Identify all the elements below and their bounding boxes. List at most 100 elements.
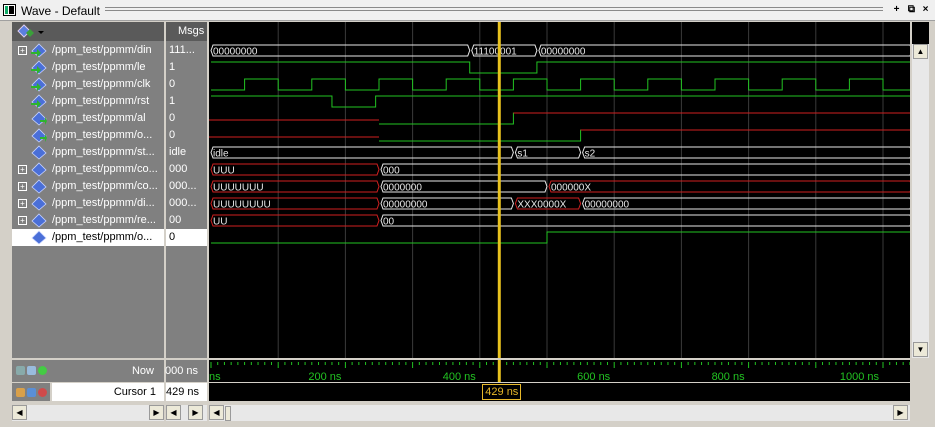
bus-value-label: 00000000 [383, 200, 428, 211]
horizontal-scroll-row: ◀ ▶ ◀ ▶ ◀ ▶ [0, 404, 935, 422]
timeline-ruler[interactable]: ns 200 ns 400 ns 600 ns 800 ns 1000 ns [209, 360, 910, 382]
msgs-header: Msgs [166, 22, 207, 41]
bottom-panel: Now 000 ns ns 200 ns 400 ns 600 ns 800 ns 100… [0, 360, 935, 427]
lock-icon[interactable] [16, 388, 25, 397]
input-wave-icon [31, 77, 47, 92]
waveform-canvas[interactable]: 00000000 11100001 00000000 idle s1 s2 UUU 000 UU… [209, 22, 910, 358]
signal-value: 0 [169, 231, 176, 243]
signal-value: 000... [169, 197, 197, 209]
bus-segment [380, 163, 910, 176]
wave-scroll-left[interactable]: ◀ [209, 405, 224, 420]
scroll-up-button[interactable]: ▲ [913, 44, 928, 59]
left-margin [0, 22, 12, 358]
signal-row[interactable]: + /ppm_test/ppmm/re... [12, 212, 164, 229]
wave-scroll-right[interactable]: ▶ [893, 405, 908, 420]
signal-value-row[interactable]: 00 [166, 212, 207, 229]
wave-hscroll[interactable]: ◀ ▶ [209, 405, 910, 421]
signal-value-row[interactable]: 000 [166, 161, 207, 178]
msgs-header-label: Msgs [178, 25, 205, 37]
signal-row[interactable]: /ppm_test/ppmm/o... [12, 127, 164, 144]
ruler-label: 200 ns [308, 371, 342, 382]
signal-value-row[interactable]: 0 [166, 127, 207, 144]
signal-value: 1 [169, 61, 176, 73]
signal-name: /ppm_test/ppmm/st... [52, 146, 155, 158]
waveform-pane[interactable]: 00000000 11100001 00000000 idle s1 s2 UUU 000 UU… [209, 22, 910, 358]
expand-icon[interactable]: + [18, 216, 27, 225]
signal-value: 0 [169, 78, 176, 90]
expand-icon[interactable]: + [18, 165, 27, 174]
cursor-row[interactable]: Cursor 1 [52, 383, 164, 401]
input-wave-icon [31, 60, 47, 75]
bus-value-label: idle [213, 149, 229, 160]
bus-value-label: s2 [585, 149, 596, 160]
cursor-value: 429 ns [166, 386, 200, 398]
signal-row[interactable]: + /ppm_test/ppmm/co... [12, 178, 164, 195]
signal-row[interactable]: /ppm_test/ppmm/clk [12, 76, 164, 93]
names-scroll-right[interactable]: ▶ [149, 405, 164, 420]
snap-icon[interactable] [27, 366, 36, 375]
signal-row[interactable]: + /ppm_test/ppmm/din [12, 42, 164, 59]
bus-wave-icon [31, 43, 47, 58]
output-wave-icon [31, 111, 47, 126]
expand-icon[interactable]: + [18, 182, 27, 191]
signal-row[interactable]: /ppm_test/ppmm/st... [12, 144, 164, 161]
vertical-scrollbar[interactable]: ▲ ▼ [912, 44, 929, 358]
signal-row[interactable]: /ppm_test/ppmm/o... [12, 229, 164, 246]
signal-value: 1 [169, 95, 176, 107]
msgs-scroll-right[interactable]: ▶ [188, 405, 203, 420]
bus-segment [210, 146, 514, 159]
signal-row[interactable]: /ppm_test/ppmm/rst [12, 93, 164, 110]
digital-trace [211, 231, 910, 244]
names-hscroll[interactable]: ◀ ▶ [12, 405, 164, 421]
signal-value-row[interactable]: 000... [166, 195, 207, 212]
signal-value-row[interactable]: 1 [166, 59, 207, 76]
signal-name-pane: + /ppm_test/ppmm/din/ppm_test/ppmm/le/ppm… [12, 22, 164, 358]
now-label: Now [131, 365, 154, 377]
signal-value-row[interactable]: idle [166, 144, 207, 161]
scroll-down-button[interactable]: ▼ [913, 342, 928, 357]
names-scroll-left[interactable]: ◀ [12, 405, 27, 420]
digital-trace [379, 112, 910, 125]
wrench-icon[interactable] [27, 388, 36, 397]
input-wave-icon [31, 94, 47, 109]
cursor-label: Cursor 1 [113, 386, 156, 398]
dock-button[interactable]: + [891, 4, 902, 15]
wave-scroll-thumb[interactable] [225, 406, 231, 421]
expand-icon[interactable]: + [18, 199, 27, 208]
signal-name: /ppm_test/ppmm/rst [52, 95, 150, 107]
add-cursor-icon[interactable] [38, 366, 47, 375]
bus-value-label: 000000X [551, 183, 591, 194]
signal-value-row[interactable]: 111... [166, 42, 207, 59]
internal-wave-icon [31, 213, 47, 228]
wave-window-icon [3, 4, 16, 16]
signal-value-row[interactable]: 0 [166, 110, 207, 127]
ruler-label: 800 ns [712, 371, 746, 382]
undock-button[interactable]: ⧉ [906, 4, 917, 15]
bus-value-label: 00000000 [585, 200, 630, 211]
signal-value-row[interactable]: 0 [166, 229, 207, 246]
title-drag-grip[interactable] [105, 7, 883, 13]
msgs-scroll-left[interactable]: ◀ [166, 405, 181, 420]
signal-value-row[interactable]: 1 [166, 93, 207, 110]
internal-wave-icon [31, 196, 47, 211]
zoom-icon[interactable] [16, 366, 25, 375]
delete-cursor-icon[interactable] [38, 388, 47, 397]
signal-row[interactable]: /ppm_test/ppmm/le [12, 59, 164, 76]
signal-row[interactable]: /ppm_test/ppmm/al [12, 110, 164, 127]
signal-row[interactable]: + /ppm_test/ppmm/di... [12, 195, 164, 212]
close-button[interactable]: × [920, 4, 931, 15]
cursor-bar[interactable]: 429 ns [209, 383, 910, 401]
ruler-label: 600 ns [577, 371, 611, 382]
msgs-hscroll[interactable]: ◀ ▶ [166, 405, 207, 421]
diamond-dropdown-icon[interactable] [16, 23, 46, 41]
cursor-time-tag[interactable]: 429 ns [482, 384, 522, 400]
signal-row[interactable]: + /ppm_test/ppmm/co... [12, 161, 164, 178]
expand-icon[interactable]: + [18, 46, 27, 55]
bus-segment [582, 197, 910, 210]
signal-value-row[interactable]: 0 [166, 76, 207, 93]
bus-segment [548, 180, 910, 193]
bus-segment [210, 163, 380, 176]
now-value: 000 ns [165, 365, 199, 377]
signal-value-row[interactable]: 000... [166, 178, 207, 195]
signal-value: 111... [169, 44, 195, 56]
